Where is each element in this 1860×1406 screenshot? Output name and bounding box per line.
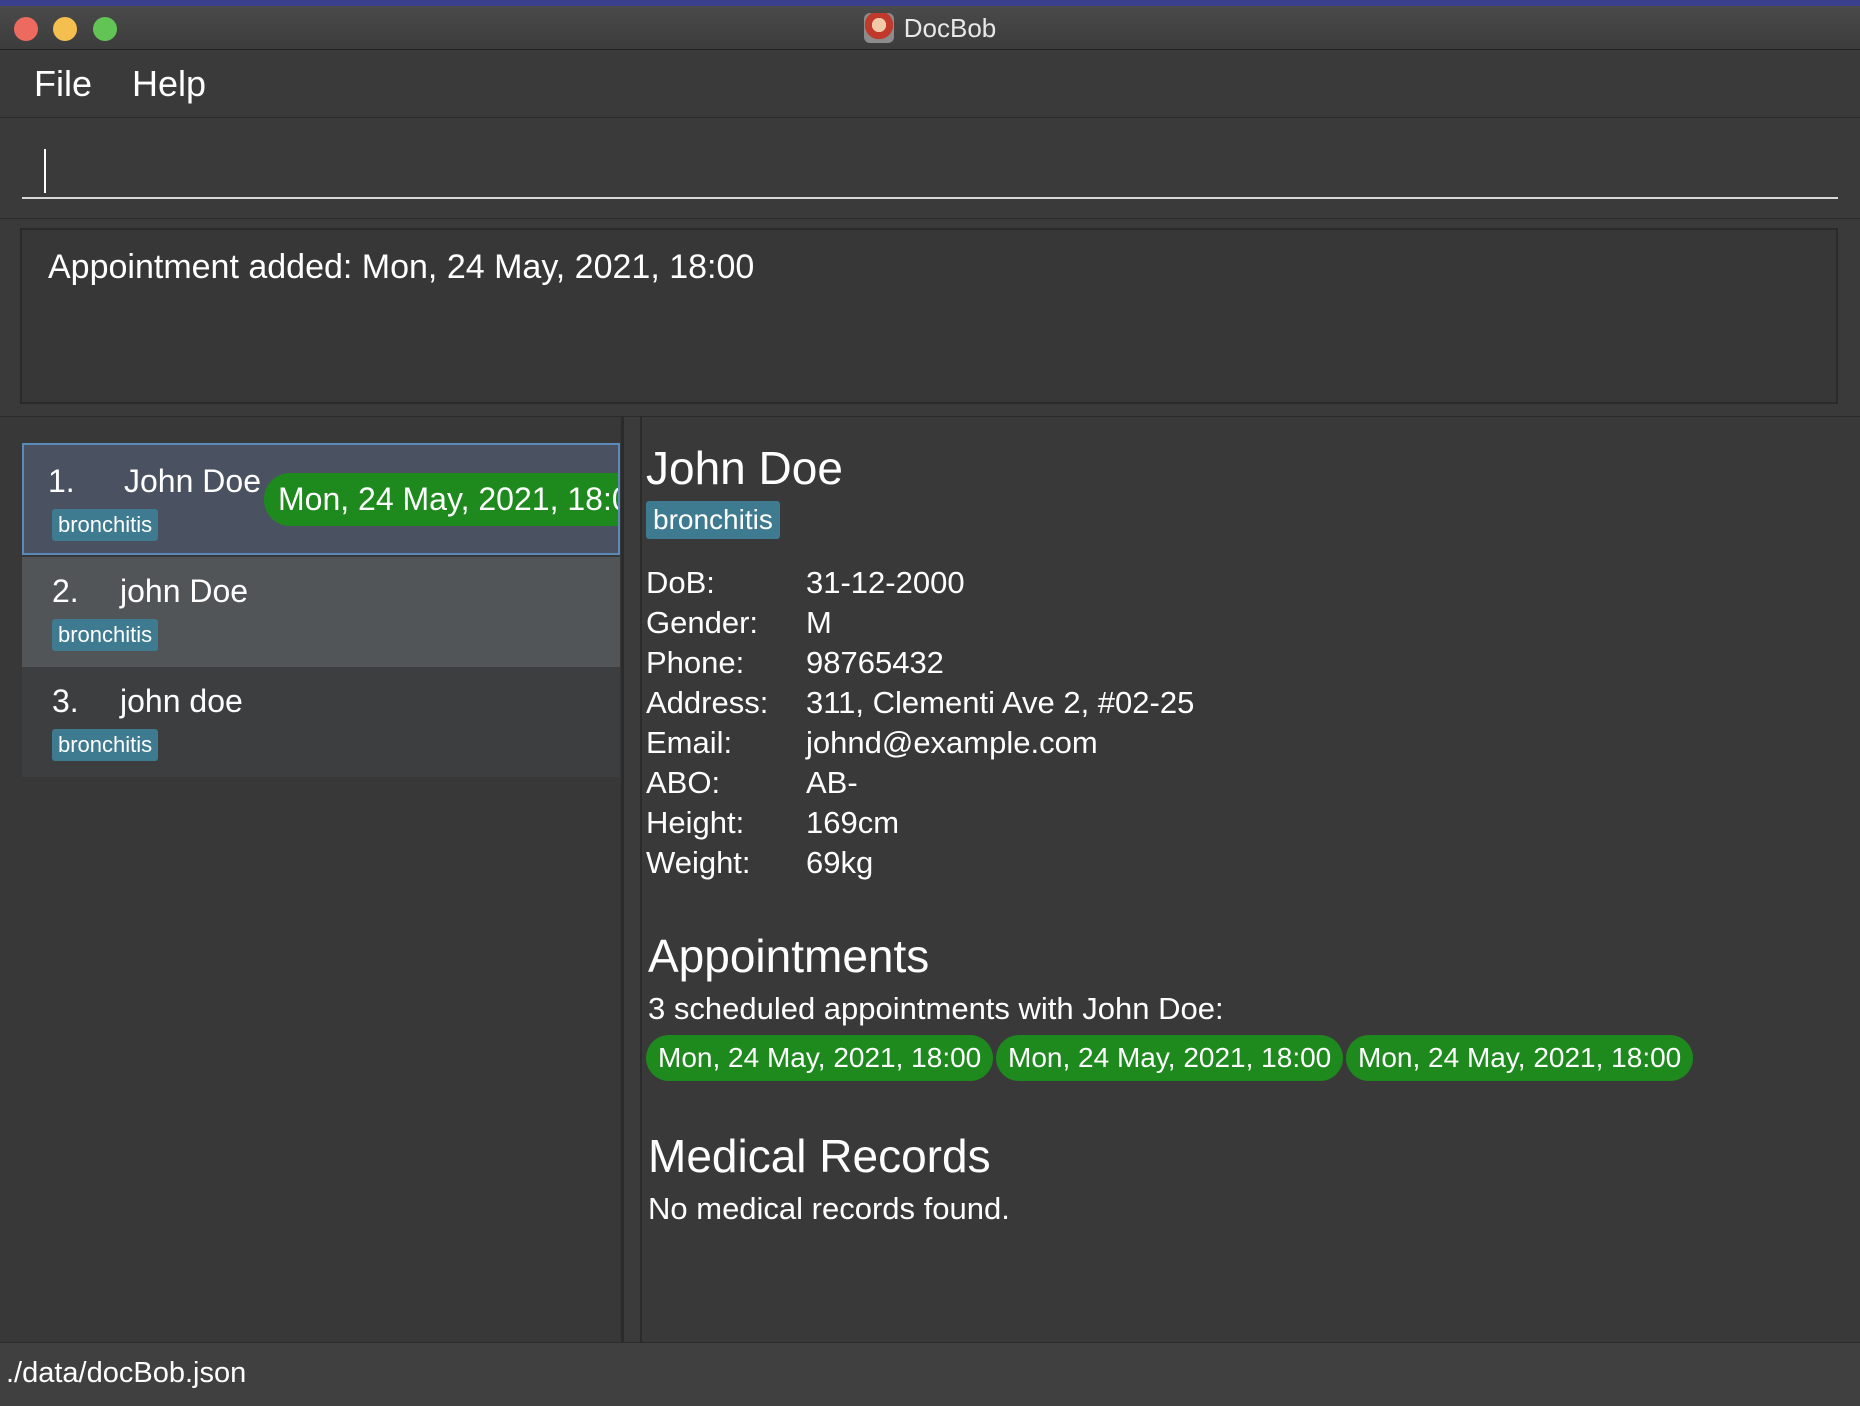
dob-label: DoB: [646, 565, 715, 600]
patient-name: john Doe [120, 573, 249, 609]
patient-list[interactable]: 1. John Doe bronchitis Mon, 24 May, 2021… [0, 417, 624, 1353]
patient-tag: bronchitis [52, 619, 159, 651]
address-label: Address: [646, 685, 769, 720]
medical-records-heading: Medical Records [648, 1130, 991, 1182]
menu-bar: File Help [0, 50, 1860, 118]
email-value: johnd@example.com [806, 725, 1098, 760]
patient-tag: bronchitis [52, 509, 159, 541]
patient-name: John Doe [124, 463, 261, 499]
text-caret [44, 149, 46, 193]
main-content: 1. John Doe bronchitis Mon, 24 May, 2021… [0, 416, 1860, 1353]
result-display[interactable]: Appointment added: Mon, 24 May, 2021, 18… [20, 228, 1838, 404]
medical-records-empty: No medical records found. [648, 1191, 1010, 1226]
weight-label: Weight: [646, 845, 751, 880]
appointment-chip: Mon, 24 May, 2021, 18:00 [996, 1035, 1344, 1081]
dob-value: 31-12-2000 [806, 565, 965, 600]
appointments-summary: 3 scheduled appointments with John Doe: [648, 991, 1224, 1026]
title-bar[interactable]: DocBob [0, 6, 1860, 50]
appointment-chip: Mon, 24 May, 2021, 18:00 [1346, 1035, 1694, 1081]
patient-index: 2. [52, 573, 79, 609]
command-input[interactable] [22, 133, 1838, 199]
appointment-badge: Mon, 24 May, 2021, 18:00 [264, 473, 618, 526]
patient-tag: bronchitis [52, 729, 159, 761]
appointments-heading: Appointments [648, 930, 930, 982]
abo-label: ABO: [646, 765, 721, 800]
email-label: Email: [646, 725, 733, 760]
patient-card-2[interactable]: 2. john Doe bronchitis [22, 557, 620, 667]
docbob-app-icon [863, 13, 894, 43]
gender-value: M [806, 605, 832, 640]
appointment-chip: Mon, 24 May, 2021, 18:00 [646, 1035, 994, 1081]
menu-file[interactable]: File [34, 63, 92, 105]
result-message: Appointment added: Mon, 24 May, 2021, 18… [48, 248, 755, 286]
height-label: Height: [646, 805, 745, 840]
command-box [0, 119, 1860, 219]
abo-value: AB- [806, 765, 858, 800]
patient-detail[interactable]: John Doe bronchitis DoB: 31-12-2000 Gend… [644, 417, 1860, 1353]
height-value: 169cm [806, 805, 900, 840]
weight-value: 69kg [806, 845, 874, 880]
patient-index: 1. [48, 463, 75, 499]
phone-label: Phone: [646, 645, 745, 680]
gender-label: Gender: [646, 605, 759, 640]
patient-index: 3. [52, 683, 79, 719]
patient-card-1[interactable]: 1. John Doe bronchitis Mon, 24 May, 2021… [22, 443, 620, 555]
phone-value: 98765432 [806, 645, 944, 680]
patient-card-3[interactable]: 3. john doe bronchitis [22, 667, 620, 777]
patient-name: john doe [120, 683, 243, 719]
panel-divider[interactable] [624, 417, 642, 1353]
status-bar: ./data/docBob.json [0, 1342, 1860, 1406]
address-value: 311, Clementi Ave 2, #02-25 [806, 685, 1195, 720]
app-window: DocBob File Help Appointment added: Mon,… [0, 6, 1860, 1406]
data-file-path: ./data/docBob.json [6, 1357, 247, 1389]
title-group: DocBob [0, 6, 1860, 50]
detail-tag: bronchitis [646, 501, 780, 539]
menu-help[interactable]: Help [132, 63, 206, 105]
detail-name: John Doe [646, 442, 843, 494]
window-title: DocBob [903, 12, 997, 43]
